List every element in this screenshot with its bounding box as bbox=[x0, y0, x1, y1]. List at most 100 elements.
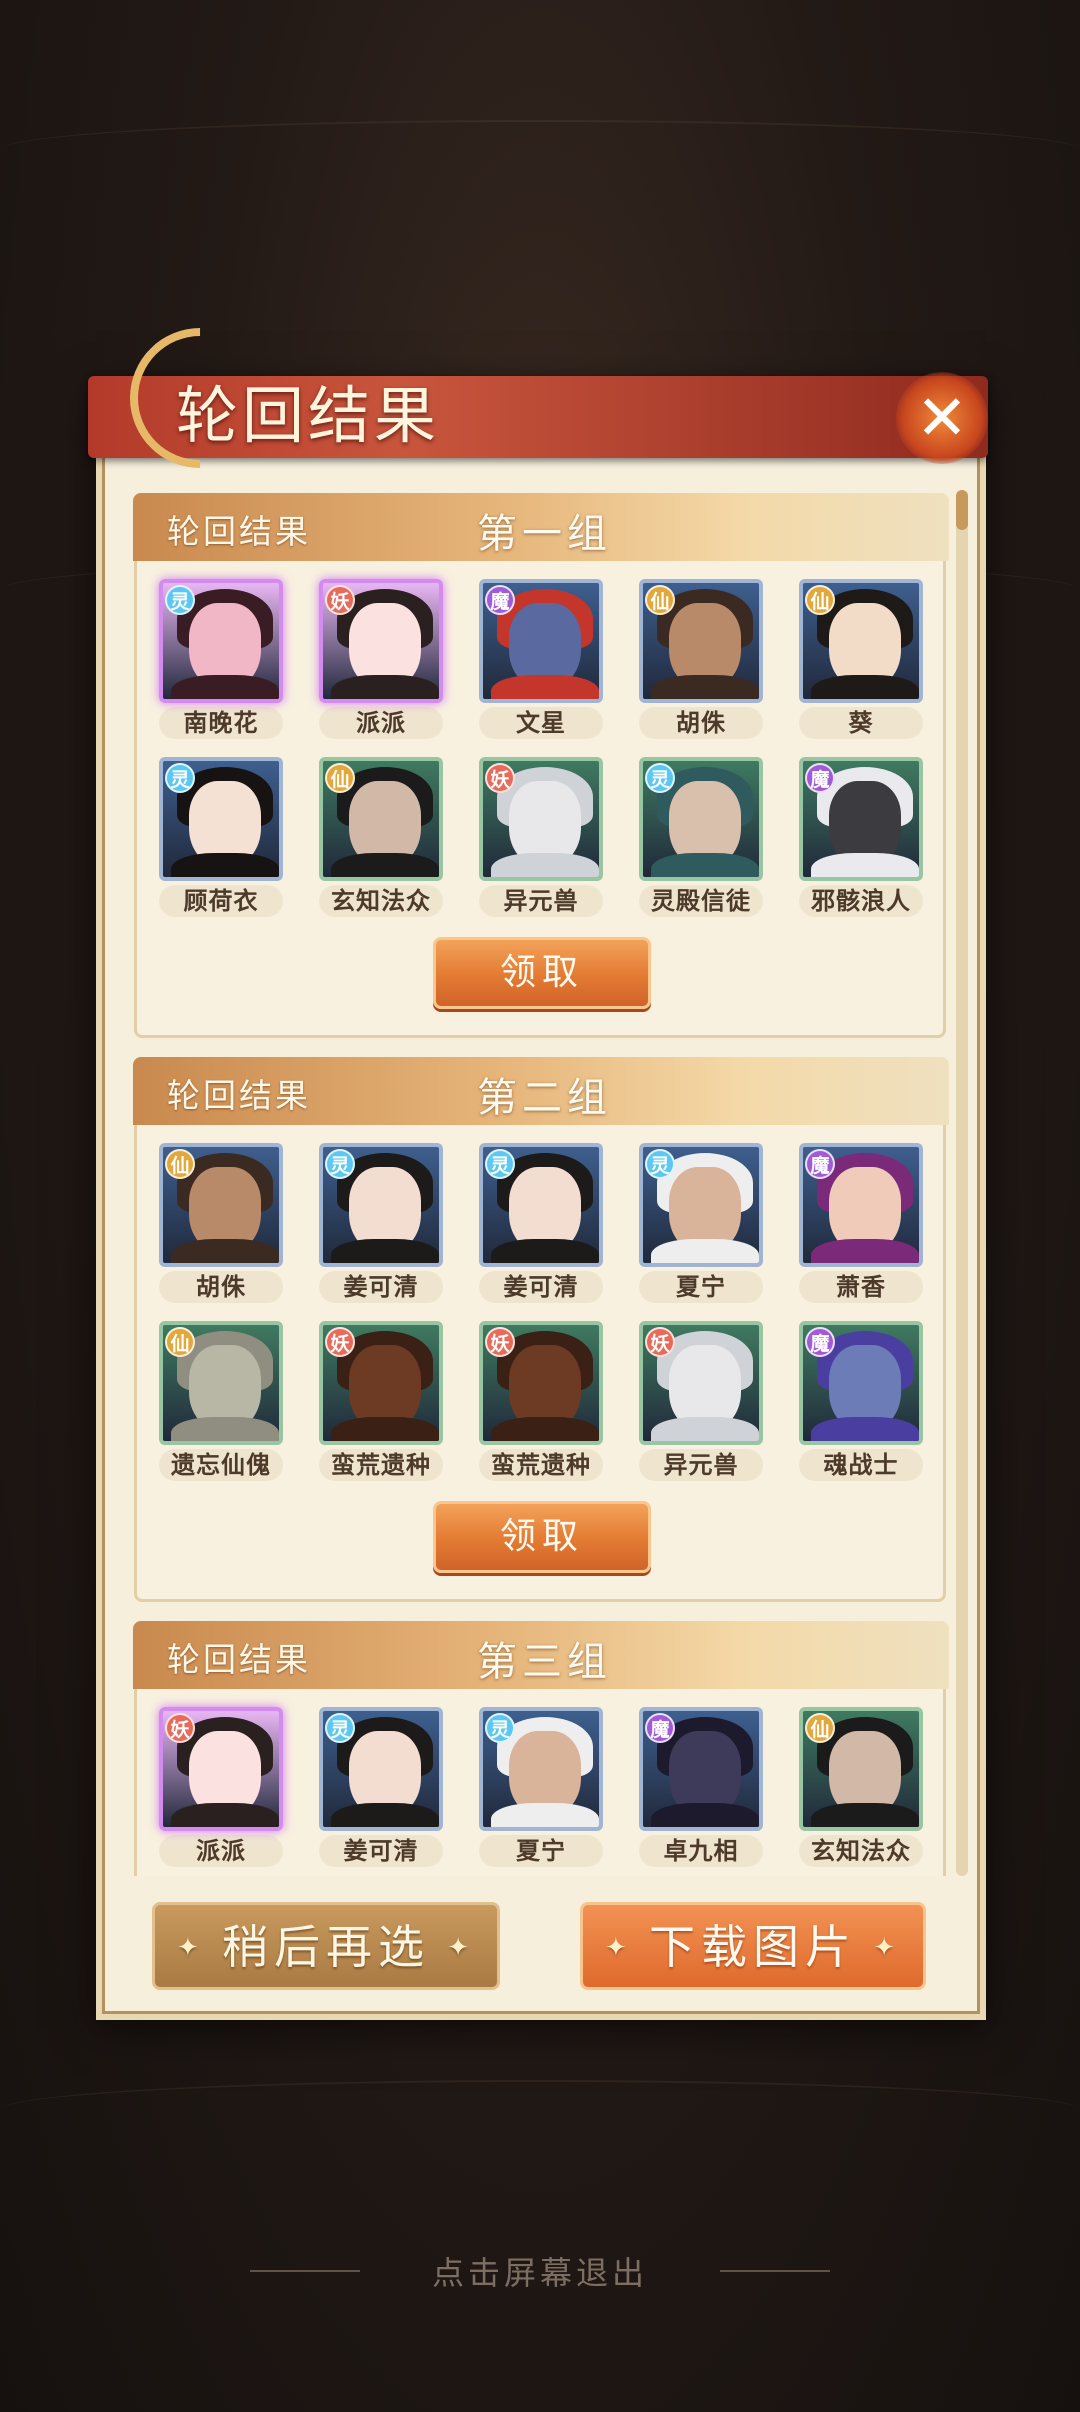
group-header-label: 轮回结果 bbox=[167, 512, 311, 551]
character-card[interactable]: 魔萧香 bbox=[799, 1143, 923, 1303]
diamond-icon: ✦ bbox=[447, 1933, 475, 1963]
faction-badge: 妖 bbox=[325, 1327, 355, 1357]
character-card[interactable]: 仙胡侏 bbox=[639, 579, 763, 739]
download-image-label: 下载图片 bbox=[649, 1920, 857, 1974]
character-card[interactable]: 魔邪骸浪人 bbox=[799, 757, 923, 917]
character-portrait: 灵 bbox=[159, 757, 283, 881]
character-name: 灵殿信徒 bbox=[639, 885, 763, 917]
character-card[interactable]: 灵夏宁 bbox=[479, 1707, 603, 1867]
character-card[interactable]: 灵姜可清 bbox=[479, 1143, 603, 1303]
character-name: 顾荷衣 bbox=[159, 885, 283, 917]
character-portrait: 灵 bbox=[319, 1707, 443, 1831]
portrait-torso bbox=[651, 1803, 759, 1827]
character-card[interactable]: 仙玄知法众 bbox=[319, 757, 443, 917]
character-card[interactable]: 妖蛮荒遗种 bbox=[319, 1321, 443, 1481]
faction-badge: 仙 bbox=[165, 1149, 195, 1179]
portrait-torso bbox=[651, 1239, 759, 1263]
faction-badge: 灵 bbox=[645, 763, 675, 793]
group-name: 第三组 bbox=[477, 1639, 612, 1685]
character-name: 派派 bbox=[159, 1835, 283, 1867]
character-portrait: 魔 bbox=[799, 757, 923, 881]
character-card[interactable]: 妖异元兽 bbox=[639, 1321, 763, 1481]
faction-badge: 灵 bbox=[485, 1713, 515, 1743]
dialog-title: 轮回结果 bbox=[176, 379, 441, 452]
portrait-torso bbox=[171, 1417, 279, 1441]
faction-badge: 仙 bbox=[325, 763, 355, 793]
portrait-torso bbox=[811, 1803, 919, 1827]
faction-badge: 仙 bbox=[645, 585, 675, 615]
character-card[interactable]: 魔卓九相 bbox=[639, 1707, 763, 1867]
portrait-torso bbox=[811, 1239, 919, 1263]
character-card[interactable]: 仙遗忘仙傀 bbox=[159, 1321, 283, 1481]
character-card[interactable]: 仙玄知法众 bbox=[799, 1707, 923, 1867]
claim-button[interactable]: 领取 bbox=[433, 1501, 651, 1573]
character-name: 胡侏 bbox=[159, 1271, 283, 1303]
result-group-1: 轮回结果 第一组 灵南晚花妖派派魔文星仙胡侏仙葵灵顾荷衣仙玄知法众妖异元兽灵灵殿… bbox=[133, 493, 949, 1038]
character-portrait: 魔 bbox=[799, 1143, 923, 1267]
character-portrait: 仙 bbox=[799, 1707, 923, 1831]
character-portrait: 魔 bbox=[479, 579, 603, 703]
character-card[interactable]: 灵姜可清 bbox=[319, 1707, 443, 1867]
results-scroll-area[interactable]: 轮回结果 第一组 灵南晚花妖派派魔文星仙胡侏仙葵灵顾荷衣仙玄知法众妖异元兽灵灵殿… bbox=[128, 488, 954, 1876]
character-card[interactable]: 灵夏宁 bbox=[639, 1143, 763, 1303]
choose-later-label: 稍后再选 bbox=[222, 1920, 430, 1974]
close-button[interactable]: ✕ bbox=[896, 372, 988, 464]
scrollbar[interactable] bbox=[956, 490, 968, 1876]
faction-badge: 灵 bbox=[645, 1149, 675, 1179]
faction-badge: 魔 bbox=[805, 1149, 835, 1179]
character-portrait: 妖 bbox=[479, 757, 603, 881]
portrait-torso bbox=[171, 1803, 279, 1827]
character-name: 夏宁 bbox=[639, 1271, 763, 1303]
diamond-icon: ✦ bbox=[177, 1933, 205, 1963]
character-card[interactable]: 魔文星 bbox=[479, 579, 603, 739]
character-portrait: 仙 bbox=[639, 579, 763, 703]
character-card[interactable]: 妖派派 bbox=[319, 579, 443, 739]
group-header: 轮回结果 第一组 bbox=[133, 493, 949, 561]
character-name: 夏宁 bbox=[479, 1835, 603, 1867]
character-portrait: 妖 bbox=[639, 1321, 763, 1445]
result-group-3: 轮回结果 第三组 妖派派灵姜可清灵夏宁魔卓九相仙玄知法众 bbox=[133, 1621, 949, 1876]
character-card[interactable]: 妖派派 bbox=[159, 1707, 283, 1867]
portrait-torso bbox=[491, 1239, 599, 1263]
character-card[interactable]: 灵灵殿信徒 bbox=[639, 757, 763, 917]
group-header-label: 轮回结果 bbox=[167, 1076, 311, 1115]
faction-badge: 魔 bbox=[805, 763, 835, 793]
choose-later-button[interactable]: ✦ 稍后再选 ✦ bbox=[152, 1902, 500, 1990]
faction-badge: 仙 bbox=[805, 1713, 835, 1743]
faction-badge: 灵 bbox=[165, 585, 195, 615]
character-portrait: 妖 bbox=[319, 579, 443, 703]
character-portrait: 仙 bbox=[799, 579, 923, 703]
faction-badge: 灵 bbox=[325, 1149, 355, 1179]
character-card[interactable]: 灵姜可清 bbox=[319, 1143, 443, 1303]
character-portrait: 仙 bbox=[159, 1143, 283, 1267]
background-wave bbox=[0, 120, 1080, 180]
character-name: 异元兽 bbox=[639, 1449, 763, 1481]
character-name: 邪骸浪人 bbox=[799, 885, 923, 917]
group-name: 第一组 bbox=[477, 511, 612, 557]
character-card[interactable]: 灵南晚花 bbox=[159, 579, 283, 739]
group-header: 轮回结果 第三组 bbox=[133, 1621, 949, 1689]
character-portrait: 灵 bbox=[479, 1143, 603, 1267]
portrait-torso bbox=[811, 1417, 919, 1441]
character-card[interactable]: 妖异元兽 bbox=[479, 757, 603, 917]
exit-hint[interactable]: 点击屏幕退出 bbox=[0, 2248, 1080, 2294]
character-card[interactable]: 灵顾荷衣 bbox=[159, 757, 283, 917]
scrollbar-thumb[interactable] bbox=[956, 490, 968, 530]
group-header-label: 轮回结果 bbox=[167, 1640, 311, 1679]
faction-badge: 妖 bbox=[165, 1713, 195, 1743]
character-name: 玄知法众 bbox=[799, 1835, 923, 1867]
faction-badge: 妖 bbox=[325, 585, 355, 615]
group-header: 轮回结果 第二组 bbox=[133, 1057, 949, 1125]
portrait-torso bbox=[331, 1239, 439, 1263]
portrait-torso bbox=[651, 853, 759, 877]
character-card[interactable]: 魔魂战士 bbox=[799, 1321, 923, 1481]
character-portrait: 灵 bbox=[159, 579, 283, 703]
download-image-button[interactable]: ✦ 下载图片 ✦ bbox=[580, 1902, 926, 1990]
character-card[interactable]: 仙葵 bbox=[799, 579, 923, 739]
character-card[interactable]: 仙胡侏 bbox=[159, 1143, 283, 1303]
claim-button[interactable]: 领取 bbox=[433, 937, 651, 1009]
character-card[interactable]: 妖蛮荒遗种 bbox=[479, 1321, 603, 1481]
portrait-torso bbox=[331, 675, 439, 699]
character-portrait: 灵 bbox=[479, 1707, 603, 1831]
character-name: 派派 bbox=[319, 707, 443, 739]
